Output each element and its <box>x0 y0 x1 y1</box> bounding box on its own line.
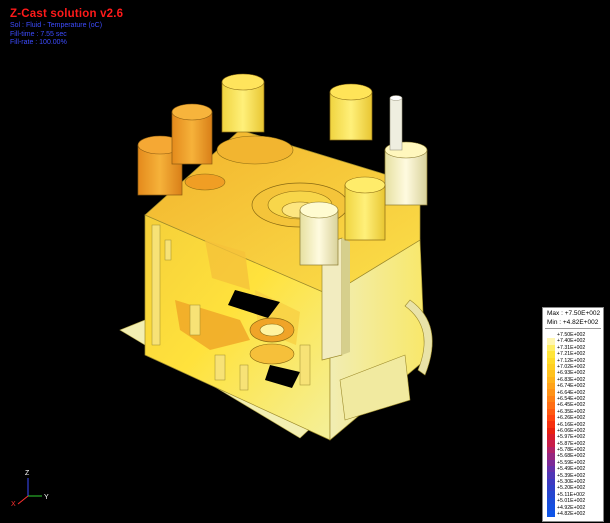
legend-tick-label: +5.49E+002 <box>557 466 586 473</box>
legend-tick-label: +6.54E+002 <box>557 395 586 402</box>
legend-color-bar <box>547 332 555 518</box>
legend-tick-labels: +7.50E+002 +7.40E+002 +7.31E+002 +7.21E+002… <box>557 332 601 517</box>
legend-tick-label: +5.30E+002 <box>557 479 586 486</box>
riser-6 <box>344 176 386 241</box>
legend-tick-label: +7.31E+002 <box>557 344 586 351</box>
legend-tick-label: +7.02E+002 <box>557 363 586 370</box>
legend-tick-label: +6.06E+002 <box>557 427 586 434</box>
legend-tick-label: +5.68E+002 <box>557 453 586 460</box>
legend-tick-label: +6.35E+002 <box>557 408 586 415</box>
legend-tick-label: +5.39E+002 <box>557 472 586 479</box>
x-axis-label: X <box>11 501 16 508</box>
legend-tick-label: +6.45E+002 <box>557 402 586 409</box>
casting-model[interactable] <box>0 0 610 523</box>
legend-tick-label: +4.82E+002 <box>557 511 586 517</box>
legend-tick-label: +6.26E+002 <box>557 415 586 422</box>
legend-tick-label: +6.16E+002 <box>557 421 586 428</box>
legend-tick-label: +7.21E+002 <box>557 351 586 358</box>
legend-tick-label: +5.87E+002 <box>557 440 586 447</box>
riser-4 <box>329 83 373 141</box>
y-axis-label: Y <box>44 494 49 501</box>
legend-tick-label: +7.50E+002 <box>557 332 586 338</box>
legend-tick-label: +5.20E+002 <box>557 485 586 492</box>
legend-tick-label: +5.97E+002 <box>557 434 586 441</box>
legend-tick-label: +5.11E+002 <box>557 491 585 498</box>
x-axis-line <box>17 495 29 505</box>
legend-tick-label: +7.12E+002 <box>557 357 586 364</box>
legend-tick-label: +7.40E+002 <box>557 338 586 345</box>
legend-tick-label: +5.78E+002 <box>557 447 586 454</box>
sprue <box>389 95 403 151</box>
axis-triad: Z X Y <box>11 470 49 508</box>
legend-tick-label: +6.83E+002 <box>557 376 586 383</box>
legend-min-label: Min : +4.82E+002 <box>547 319 599 326</box>
riser-3 <box>221 73 265 133</box>
legend-tick-label: +6.74E+002 <box>557 383 586 390</box>
legend-tick-label: +6.64E+002 <box>557 389 586 396</box>
temperature-legend: Max : +7.50E+002 Min : +4.82E+002 +7.50E… <box>542 307 604 522</box>
3d-viewport[interactable]: Z-Cast solution v2.6 Sol : Fluid - Tempe… <box>0 0 610 523</box>
riser-5 <box>384 141 428 206</box>
riser-2 <box>171 103 213 165</box>
legend-tick-label: +4.92E+002 <box>557 504 586 511</box>
legend-max-label: Max : +7.50E+002 <box>547 310 601 317</box>
riser-7 <box>299 201 339 266</box>
legend-color-swatch <box>547 510 555 518</box>
z-axis-label: Z <box>25 470 30 477</box>
legend-tick-label: +5.01E+002 <box>557 498 586 505</box>
legend-divider <box>545 328 601 329</box>
legend-tick-label: +6.93E+002 <box>557 370 586 377</box>
legend-tick-label: +5.59E+002 <box>557 459 586 466</box>
